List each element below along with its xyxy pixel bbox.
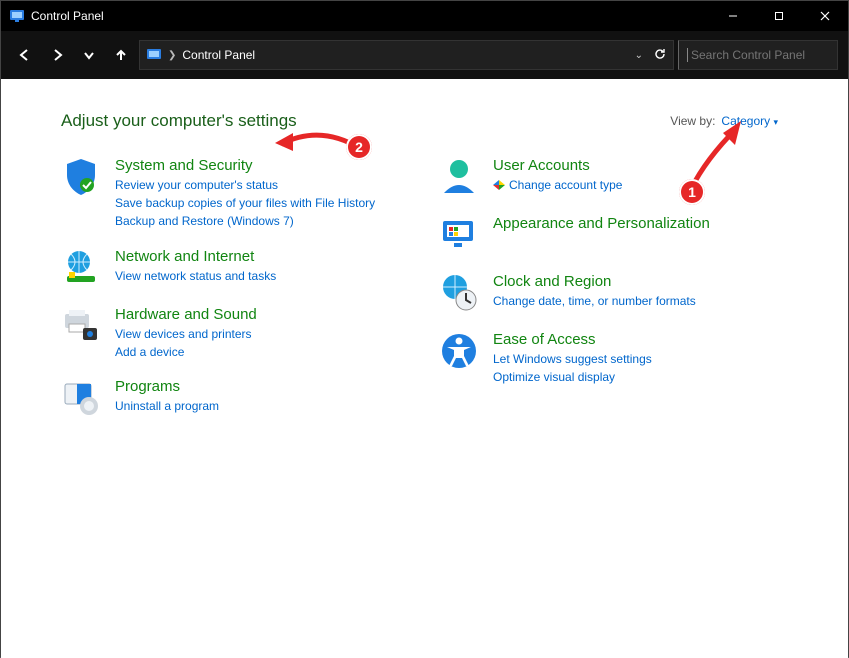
close-button[interactable] xyxy=(802,1,848,31)
category-appearance: Appearance and Personalization xyxy=(439,215,787,255)
task-link-shielded[interactable]: Change account type xyxy=(493,177,622,193)
maximize-button[interactable] xyxy=(756,1,802,31)
shield-icon xyxy=(61,157,101,197)
address-dropdown-button[interactable]: ⌄ xyxy=(635,50,643,61)
category-link-ease-of-access[interactable]: Ease of Access xyxy=(493,331,652,349)
category-column-right: User Accounts Change account type Appear… xyxy=(439,157,787,418)
category-link-hardware-sound[interactable]: Hardware and Sound xyxy=(115,306,257,324)
content-area: 2 1 Adjust your computer's settings View… xyxy=(1,79,848,658)
forward-button[interactable] xyxy=(43,41,71,69)
window-controls xyxy=(710,1,848,31)
user-icon xyxy=(439,157,479,197)
task-link[interactable]: View network status and tasks xyxy=(115,268,276,284)
category-programs: Programs Uninstall a program xyxy=(61,378,409,418)
category-link-appearance[interactable]: Appearance and Personalization xyxy=(493,215,710,233)
toolbar: ❯ Control Panel ⌄ xyxy=(1,31,848,79)
page-title: Adjust your computer's settings xyxy=(61,111,297,131)
category-link-system-security[interactable]: System and Security xyxy=(115,157,375,175)
category-link-programs[interactable]: Programs xyxy=(115,378,219,396)
category-network-internet: Network and Internet View network status… xyxy=(61,248,409,288)
category-user-accounts: User Accounts Change account type xyxy=(439,157,787,197)
globe-network-icon xyxy=(61,248,101,288)
control-panel-crumb-icon xyxy=(146,47,162,63)
search-box[interactable] xyxy=(678,40,838,70)
back-button[interactable] xyxy=(11,41,39,69)
programs-icon xyxy=(61,378,101,418)
control-panel-icon xyxy=(9,8,25,24)
category-link-user-accounts[interactable]: User Accounts xyxy=(493,157,622,175)
task-link[interactable]: Review your computer's status xyxy=(115,177,375,193)
minimize-button[interactable] xyxy=(710,1,756,31)
view-by-label: View by: xyxy=(670,114,715,128)
task-link[interactable]: Backup and Restore (Windows 7) xyxy=(115,213,375,229)
refresh-button[interactable] xyxy=(653,47,667,64)
chevron-right-icon: ❯ xyxy=(168,50,176,61)
annotation-badge-1: 1 xyxy=(679,179,705,205)
titlebar: Control Panel xyxy=(1,1,848,31)
task-link[interactable]: Uninstall a program xyxy=(115,398,219,414)
search-input[interactable] xyxy=(687,47,848,63)
accessibility-icon xyxy=(439,331,479,371)
task-link[interactable]: Let Windows suggest settings xyxy=(493,351,652,367)
annotation-badge-2: 2 xyxy=(346,134,372,160)
task-link[interactable]: Change date, time, or number formats xyxy=(493,293,696,309)
text-caret xyxy=(687,48,688,62)
task-link[interactable]: Save backup copies of your files with Fi… xyxy=(115,195,375,211)
category-clock-region: Clock and Region Change date, time, or n… xyxy=(439,273,787,313)
up-button[interactable] xyxy=(107,41,135,69)
window-title: Control Panel xyxy=(31,9,104,23)
category-link-network-internet[interactable]: Network and Internet xyxy=(115,248,276,266)
task-link[interactable]: Optimize visual display xyxy=(493,369,652,385)
breadcrumb[interactable]: Control Panel xyxy=(182,48,255,62)
category-system-security: System and Security Review your computer… xyxy=(61,157,409,230)
category-link-clock-region[interactable]: Clock and Region xyxy=(493,273,696,291)
clock-globe-icon xyxy=(439,273,479,313)
task-link[interactable]: View devices and printers xyxy=(115,326,257,342)
address-bar[interactable]: ❯ Control Panel ⌄ xyxy=(139,40,674,70)
category-hardware-sound: Hardware and Sound View devices and prin… xyxy=(61,306,409,360)
task-link[interactable]: Add a device xyxy=(115,344,257,360)
view-by-dropdown[interactable]: Category ▾ xyxy=(721,114,778,128)
printer-camera-icon xyxy=(61,306,101,346)
view-by-control: View by: Category ▾ xyxy=(670,114,778,128)
recent-locations-button[interactable] xyxy=(75,41,103,69)
category-ease-of-access: Ease of Access Let Windows suggest setti… xyxy=(439,331,787,385)
category-column-left: System and Security Review your computer… xyxy=(61,157,409,418)
monitor-icon xyxy=(439,215,479,255)
chevron-down-icon: ▾ xyxy=(773,117,778,127)
